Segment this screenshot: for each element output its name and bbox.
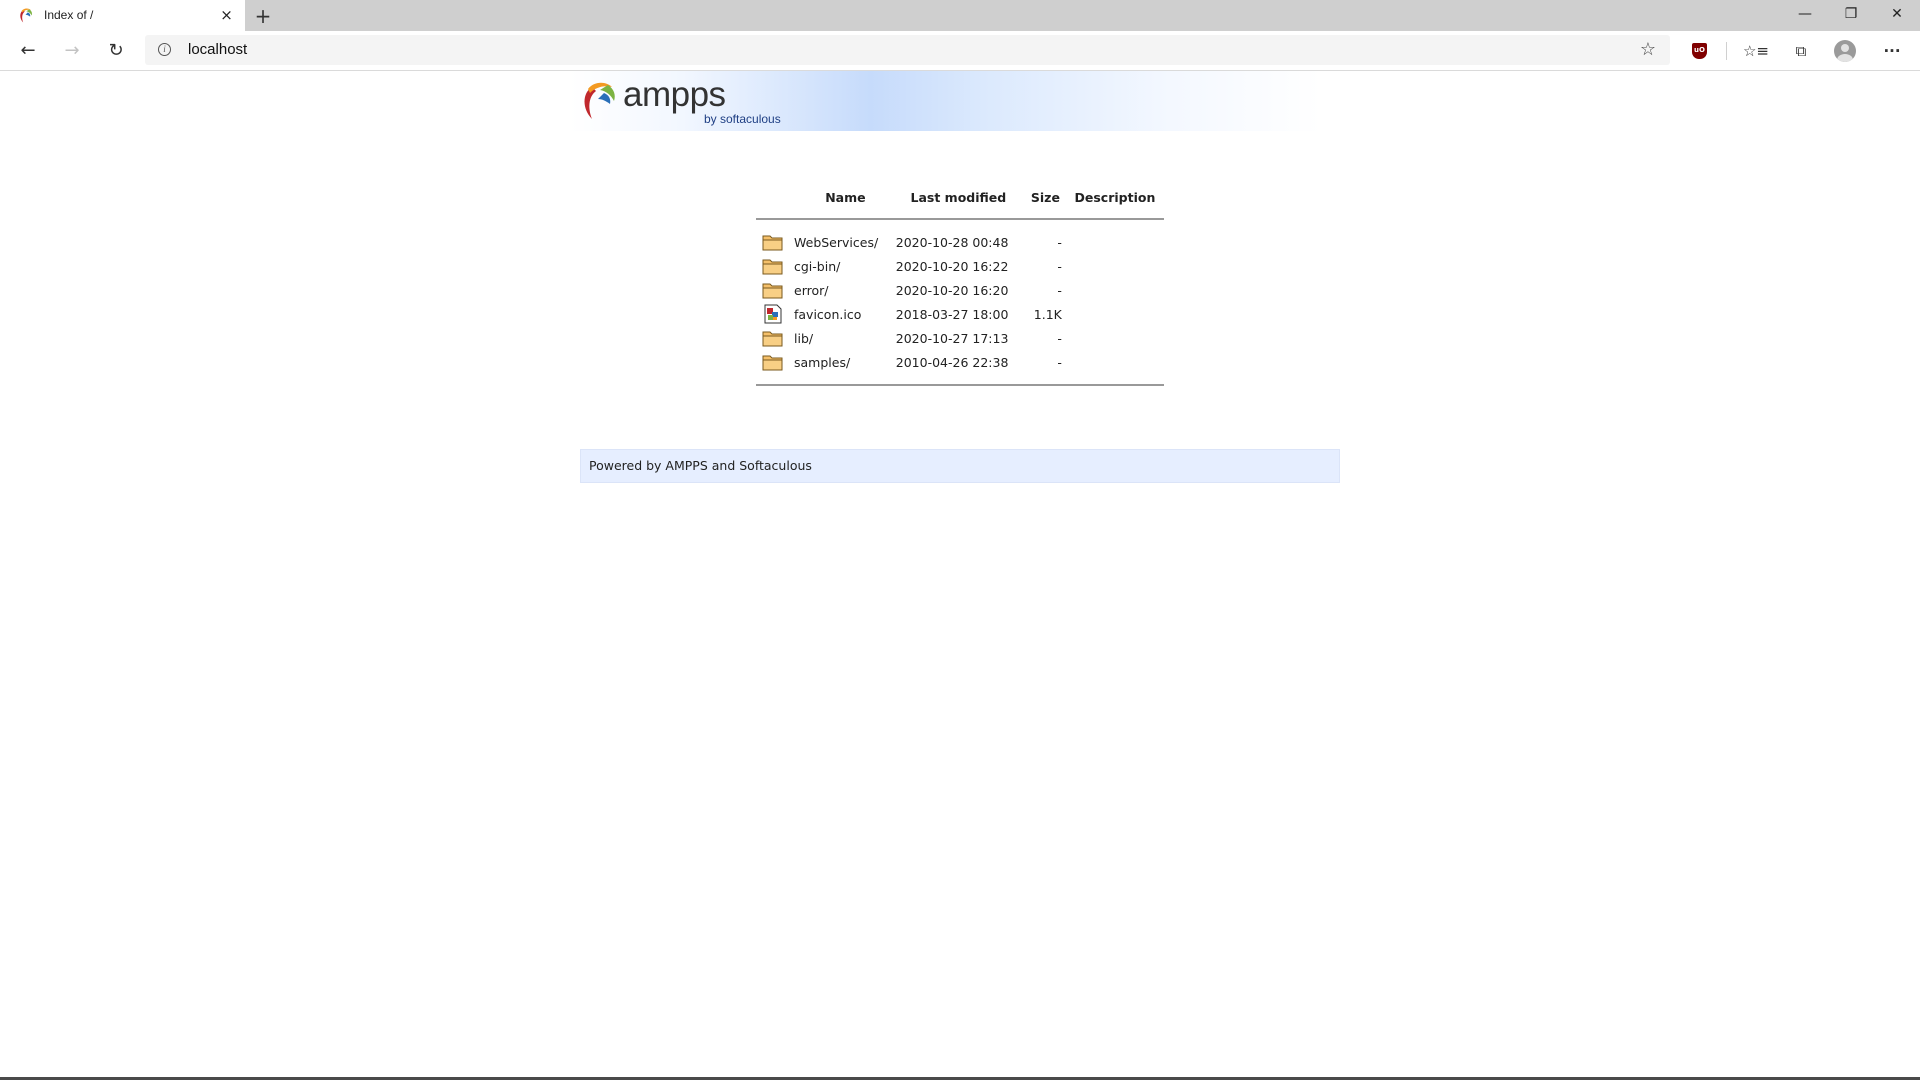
file-name-link[interactable]: samples/ [794,355,850,370]
listing-header-row: Name Last modified Size Description [756,186,1164,208]
collections-icon[interactable]: ⧉ [1787,37,1815,65]
file-description [1066,302,1164,326]
directory-listing: Name Last modified Size Description WebS… [756,186,1164,386]
last-modified: 2020-10-20 16:20 [895,282,1009,298]
file-description [1066,326,1164,350]
url-input[interactable] [188,35,1608,65]
table-row[interactable]: favicon.ico 2018-03-27 18:00 1.1K [756,302,1164,326]
image-file-icon[interactable] [764,304,782,324]
ampps-favicon-icon [20,8,32,23]
forward-arrow-icon[interactable]: → [58,37,86,65]
page-content: ampps by softaculous Name Last modified … [0,71,1920,1077]
tab-close-icon[interactable]: × [218,7,235,24]
last-modified: 2010-04-26 22:38 [895,354,1009,370]
more-options-icon[interactable]: ··· [1878,37,1906,65]
file-size: 1.1K [1033,306,1062,322]
site-info-icon[interactable]: i [158,43,171,56]
ampps-logo-icon [584,82,615,119]
new-tab-icon[interactable]: + [252,5,274,27]
window-close-icon[interactable]: ✕ [1874,0,1920,31]
name-column-header[interactable]: Name [790,186,892,208]
file-description [1066,350,1164,374]
last-modified: 2020-10-20 16:22 [895,258,1009,274]
folder-icon[interactable] [762,233,784,251]
toolbar-divider [1726,42,1727,60]
file-size: - [1057,258,1062,274]
address-bar[interactable]: i ☆ [145,35,1670,65]
ublock-origin-icon[interactable]: uO [1692,43,1707,59]
file-name-link[interactable]: cgi-bin/ [794,259,840,274]
folder-icon[interactable] [762,353,784,371]
tab-title: Index of / [44,8,94,22]
table-row[interactable]: lib/ 2020-10-27 17:13 - [756,326,1164,350]
ampps-banner: ampps by softaculous [570,71,1321,131]
table-row[interactable]: WebServices/ 2020-10-28 00:48 - [756,230,1164,254]
last-modified: 2020-10-27 17:13 [895,330,1009,346]
folder-icon[interactable] [762,281,784,299]
modified-column-header[interactable]: Last modified [892,186,1025,208]
file-description [1066,278,1164,302]
file-description [1066,230,1164,254]
file-name-link[interactable]: favicon.ico [794,307,861,322]
last-modified: 2018-03-27 18:00 [895,306,1009,322]
file-size: - [1057,354,1062,370]
minimize-icon[interactable]: — [1782,0,1828,31]
file-name-link[interactable]: error/ [794,283,828,298]
profile-avatar[interactable] [1834,40,1856,62]
table-row[interactable]: samples/ 2010-04-26 22:38 - [756,350,1164,374]
powered-by-footer: Powered by AMPPS and Softaculous [580,449,1340,483]
table-row[interactable]: error/ 2020-10-20 16:20 - [756,278,1164,302]
file-size: - [1057,330,1062,346]
footer-divider [756,384,1164,386]
restore-icon[interactable]: ❐ [1828,0,1874,31]
folder-icon[interactable] [762,257,784,275]
reload-icon[interactable]: ↻ [102,37,130,65]
file-name-link[interactable]: lib/ [794,331,813,346]
file-description [1066,254,1164,278]
table-row[interactable]: cgi-bin/ 2020-10-20 16:22 - [756,254,1164,278]
favorite-star-icon[interactable]: ☆ [1636,38,1660,62]
back-arrow-icon[interactable]: ← [14,37,42,65]
browser-toolbar: ← → ↻ i ☆ uO ☆≡ ⧉ ··· [0,31,1920,71]
description-column-header[interactable]: Description [1066,186,1164,208]
last-modified: 2020-10-28 00:48 [895,234,1009,250]
file-name-link[interactable]: WebServices/ [794,235,878,250]
file-size: - [1057,234,1062,250]
file-size: - [1057,282,1062,298]
icon-column-header [756,186,790,208]
logo-tagline: by softaculous [704,112,781,126]
tab-index[interactable]: Index of / × [0,0,245,31]
size-column-header[interactable]: Size [1025,186,1066,208]
tab-strip: Index of / × + — ❐ ✕ [0,0,1920,31]
folder-icon[interactable] [762,329,784,347]
favorites-list-icon[interactable]: ☆≡ [1742,37,1770,65]
logo-wordmark: ampps [623,75,726,114]
